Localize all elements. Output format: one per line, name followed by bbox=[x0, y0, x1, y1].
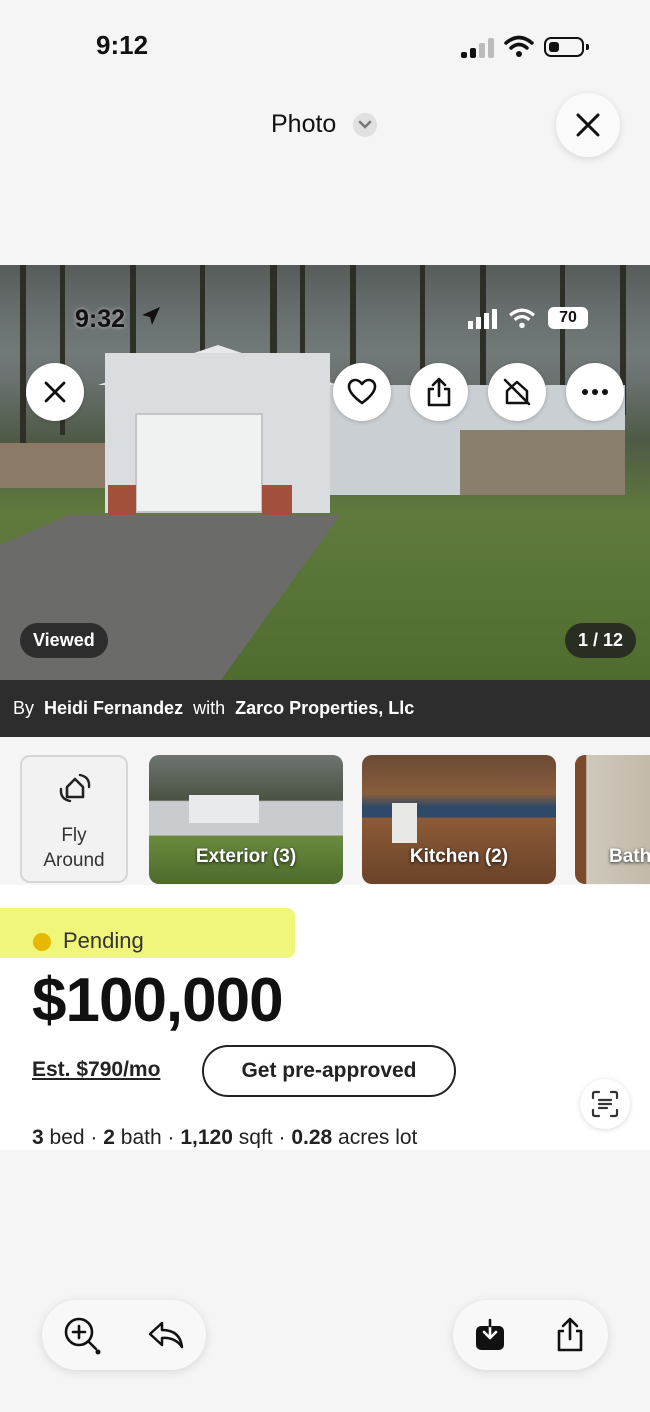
fly-around-label-2: Around bbox=[43, 850, 105, 871]
thumbnail-exterior[interactable]: Exterior (3) bbox=[149, 755, 343, 884]
separator: · bbox=[167, 1126, 175, 1148]
close-icon bbox=[44, 381, 66, 403]
viewed-badge: Viewed bbox=[20, 623, 108, 658]
listing-status: Pending bbox=[63, 928, 144, 953]
thumbnail-label: Kitchen (2) bbox=[409, 846, 509, 867]
cellular-signal-icon bbox=[461, 38, 495, 58]
status-time: 9:12 bbox=[96, 30, 149, 60]
status-dot bbox=[33, 933, 51, 951]
thumbnail-label: Exterior (3) bbox=[195, 846, 297, 867]
beds-value: 3 bbox=[32, 1126, 44, 1148]
live-text-button[interactable] bbox=[580, 1079, 630, 1129]
attribution-prefix: By bbox=[13, 698, 35, 718]
heart-icon bbox=[347, 378, 377, 405]
photo-close-button[interactable] bbox=[26, 363, 84, 421]
inner-wifi-icon bbox=[508, 307, 536, 334]
hide-listing-button[interactable] bbox=[488, 363, 546, 421]
inner-battery-icon: 70 bbox=[548, 307, 588, 329]
baths-value: 2 bbox=[103, 1126, 115, 1148]
sqft-label: sqft bbox=[238, 1126, 273, 1148]
attribution-middle: with bbox=[193, 698, 226, 718]
favorite-button[interactable] bbox=[333, 363, 391, 421]
close-icon bbox=[576, 113, 600, 137]
lot-value: 0.28 bbox=[291, 1126, 333, 1148]
hide-icon bbox=[503, 378, 531, 406]
inner-status-time: 9:32 bbox=[75, 305, 126, 333]
toolbar-left bbox=[42, 1300, 206, 1370]
agent-name: Heidi Fernandez bbox=[44, 698, 184, 718]
brokerage-name: Zarco Properties, Llc bbox=[235, 698, 415, 718]
fly-around-icon bbox=[59, 773, 91, 803]
viewer-title[interactable]: Photo bbox=[271, 110, 336, 139]
close-viewer-button[interactable] bbox=[556, 93, 620, 157]
sqft-value: 1,120 bbox=[180, 1126, 233, 1148]
inner-signal-icon bbox=[468, 309, 498, 334]
fly-around-label-1: Fly bbox=[61, 825, 87, 846]
separator: · bbox=[278, 1126, 286, 1148]
photo-counter: 1 / 12 bbox=[565, 623, 637, 658]
fly-around-button[interactable]: Fly Around bbox=[20, 755, 128, 883]
save-download-icon[interactable] bbox=[470, 1315, 510, 1355]
thumbnail-kitchen[interactable]: Kitchen (2) bbox=[362, 755, 556, 884]
wifi-icon bbox=[504, 34, 534, 63]
listing-photo[interactable]: 9:32 70 Viewed 1 / 12 bbox=[0, 265, 650, 680]
get-pre-approved-button[interactable]: Get pre-approved bbox=[202, 1045, 456, 1097]
beds-label: bed bbox=[49, 1126, 85, 1148]
text-scan-icon bbox=[591, 1090, 619, 1118]
reply-icon[interactable] bbox=[146, 1315, 186, 1355]
photo-share-button[interactable] bbox=[410, 363, 468, 421]
share-icon[interactable] bbox=[550, 1315, 590, 1355]
listing-price: $100,000 bbox=[32, 966, 284, 1035]
listing-attribution: By Heidi Fernandez with Zarco Properties… bbox=[0, 680, 650, 737]
baths-label: bath bbox=[120, 1126, 162, 1148]
estimated-payment-link[interactable]: Est. $790/mo bbox=[32, 1058, 160, 1082]
battery-icon bbox=[544, 37, 589, 57]
separator: · bbox=[90, 1126, 98, 1148]
chevron-down-icon[interactable] bbox=[353, 113, 377, 137]
thumbnail-bath[interactable]: Bath bbox=[575, 755, 650, 884]
toolbar-right bbox=[453, 1300, 608, 1370]
photo-category-strip: Fly Around Exterior (3) Kitchen (2) Bath bbox=[0, 755, 650, 885]
property-facts: 3 bed · 2 bath · 1,120 sqft · 0.28 acres… bbox=[32, 1126, 632, 1148]
thumbnail-label: Bath bbox=[609, 846, 650, 867]
lot-label: acres lot bbox=[338, 1126, 418, 1148]
more-icon bbox=[582, 389, 608, 395]
location-arrow-icon bbox=[140, 305, 162, 332]
zoom-in-icon[interactable] bbox=[62, 1315, 102, 1355]
share-icon bbox=[427, 377, 451, 407]
more-options-button[interactable] bbox=[566, 363, 624, 421]
